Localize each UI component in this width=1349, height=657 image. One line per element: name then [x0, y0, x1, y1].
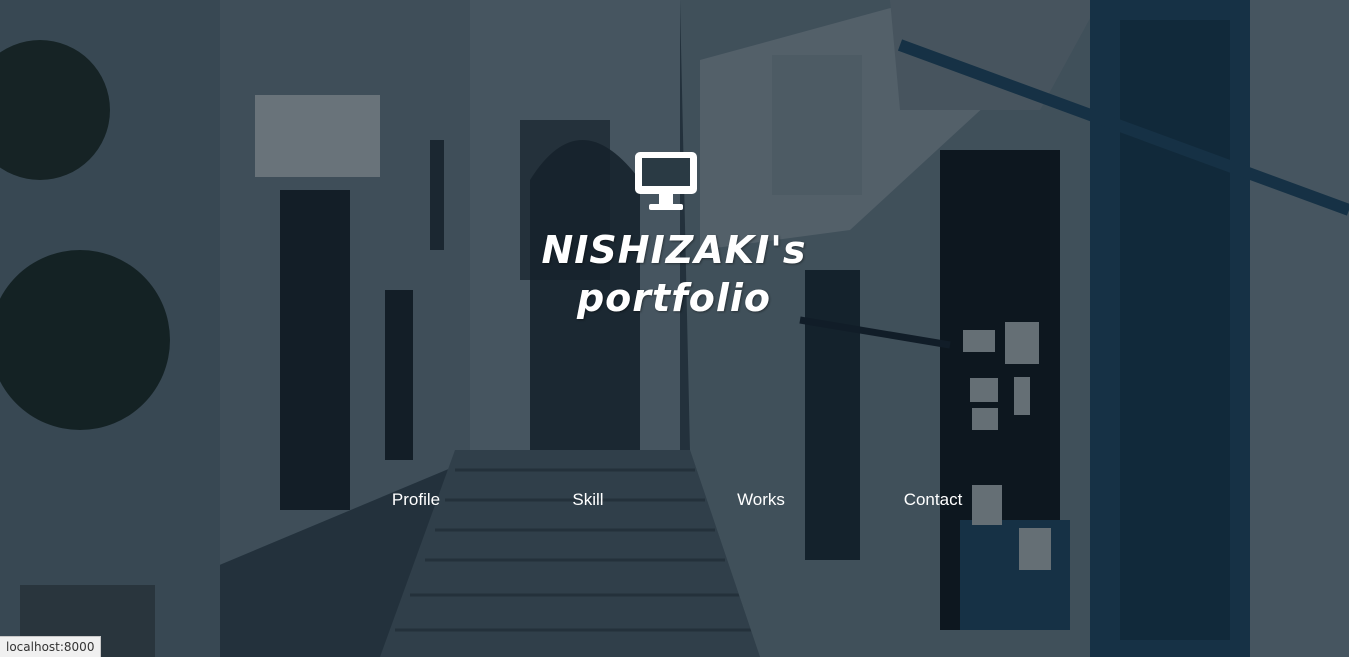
site-title: NISHIZAKI's portfolio [474, 226, 874, 322]
nav-link-profile[interactable]: Profile [392, 488, 440, 512]
hero-section: NISHIZAKI's portfolio Profile Skill Work… [0, 0, 1349, 657]
site-title-line2: portfolio [576, 276, 771, 320]
dark-overlay [0, 0, 1349, 657]
nav-link-contact[interactable]: Contact [904, 488, 963, 512]
nav-link-works[interactable]: Works [737, 488, 785, 512]
nav-link-skill[interactable]: Skill [572, 488, 603, 512]
desktop-monitor-icon [635, 152, 697, 210]
browser-status-url: localhost:8000 [0, 636, 102, 657]
main-nav: Profile Skill Works Contact [0, 488, 1349, 514]
site-title-line1: NISHIZAKI's [541, 228, 807, 272]
